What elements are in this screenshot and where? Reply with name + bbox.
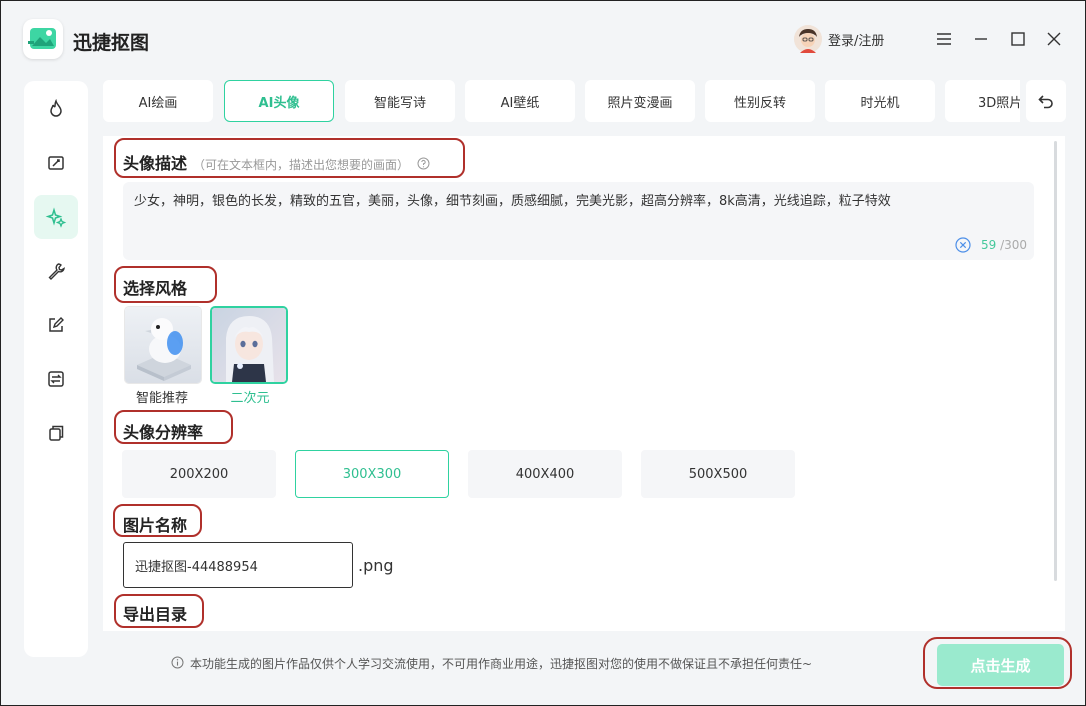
sidebar-item-hot[interactable]: [34, 87, 78, 131]
app-logo-icon: [23, 19, 63, 59]
tab-overflow-area: 3D照片: [945, 80, 1020, 122]
file-extension: .png: [358, 556, 394, 575]
user-avatar-icon: [794, 25, 822, 53]
tab-3d-photo[interactable]: 3D照片: [945, 80, 1020, 122]
wrench-icon: [48, 263, 65, 280]
filename-title: 图片名称: [123, 516, 188, 535]
style-label-anime: 二次元: [230, 391, 270, 406]
generate-button[interactable]: 点击生成: [937, 644, 1064, 686]
undo-button[interactable]: [1026, 80, 1066, 122]
close-icon[interactable]: [1044, 29, 1064, 49]
style-option-anime[interactable]: [210, 306, 288, 384]
description-title-text: 头像描述: [123, 154, 188, 173]
export-title: 导出目录: [123, 605, 188, 624]
copy-icon: [49, 425, 64, 441]
minimize-icon[interactable]: [971, 29, 991, 49]
title-bar: 迅捷抠图 登录/注册: [1, 1, 1085, 79]
sidebar-item-write[interactable]: [34, 303, 78, 347]
style-title: 选择风格: [123, 279, 188, 298]
disclaimer: 本功能生成的图片作品仅供个人学习交流使用，不可用作商业用途，迅捷抠图对您的使用不…: [171, 655, 812, 672]
info-icon: [171, 656, 184, 672]
sidebar: [24, 81, 88, 657]
smart-recommend-thumbnail: [125, 307, 201, 383]
menu-icon[interactable]: [934, 29, 954, 49]
scrollbar[interactable]: [1054, 141, 1057, 581]
char-count-max: /300: [1000, 238, 1028, 252]
resolution-option-400[interactable]: 400X400: [468, 450, 622, 498]
sidebar-item-convert[interactable]: [34, 357, 78, 401]
tab-ai-avatar[interactable]: AI头像: [224, 80, 334, 122]
sidebar-item-edit-image[interactable]: [34, 141, 78, 185]
style-label-smart: 智能推荐: [135, 391, 188, 406]
description-text: 少女，神明，银色的长发，精致的五官，美丽，头像，细节刻画，质感细腻，完美光影，超…: [134, 194, 891, 209]
image-edit-icon: [48, 156, 64, 170]
description-title: 头像描述 （可在文本框内，描述出您想要的画面）: [123, 150, 430, 174]
char-counter: 59 /300: [981, 238, 1027, 252]
undo-icon: [1038, 95, 1053, 109]
sidebar-item-ai[interactable]: [34, 195, 78, 239]
help-icon[interactable]: [417, 155, 430, 174]
login-button[interactable]: 登录/注册: [794, 24, 884, 54]
resolution-option-300[interactable]: 300X300: [295, 450, 449, 498]
resolution-title: 头像分辨率: [123, 423, 204, 442]
tab-gender-swap[interactable]: 性别反转: [705, 80, 815, 122]
tab-ai-painting[interactable]: AI绘画: [103, 80, 213, 122]
disclaimer-text: 本功能生成的图片作品仅供个人学习交流使用，不可用作商业用途，迅捷抠图对您的使用不…: [190, 657, 813, 671]
style-option-smart[interactable]: [124, 306, 202, 384]
tab-photo-to-comic[interactable]: 照片变漫画: [585, 80, 695, 122]
description-hint: （可在文本框内，描述出您想要的画面）: [193, 158, 410, 172]
resolution-option-500[interactable]: 500X500: [641, 450, 795, 498]
app-window: 迅捷抠图 登录/注册 AI绘画 AI头像 智能写诗 AI壁纸 照片变漫画 性别反…: [0, 0, 1086, 706]
clear-icon[interactable]: [955, 237, 971, 253]
pencil-square-icon: [49, 317, 64, 332]
flame-icon: [50, 99, 62, 117]
resolution-option-200[interactable]: 200X200: [122, 450, 276, 498]
tab-poem[interactable]: 智能写诗: [345, 80, 455, 122]
maximize-icon[interactable]: [1008, 29, 1028, 49]
app-title: 迅捷抠图: [73, 32, 150, 54]
char-count-current: 59: [981, 238, 997, 252]
convert-icon: [48, 371, 64, 387]
tab-wallpaper[interactable]: AI壁纸: [465, 80, 575, 122]
description-textarea[interactable]: 少女，神明，银色的长发，精致的五官，美丽，头像，细节刻画，质感细腻，完美光影，超…: [123, 182, 1034, 260]
anime-thumbnail: [212, 308, 286, 382]
login-label: 登录/注册: [828, 33, 885, 49]
sidebar-item-copy[interactable]: [34, 411, 78, 455]
sidebar-item-tools[interactable]: [34, 249, 78, 293]
tab-time-machine[interactable]: 时光机: [825, 80, 935, 122]
filename-input[interactable]: [123, 542, 353, 588]
sparkle-icon: [45, 207, 67, 228]
